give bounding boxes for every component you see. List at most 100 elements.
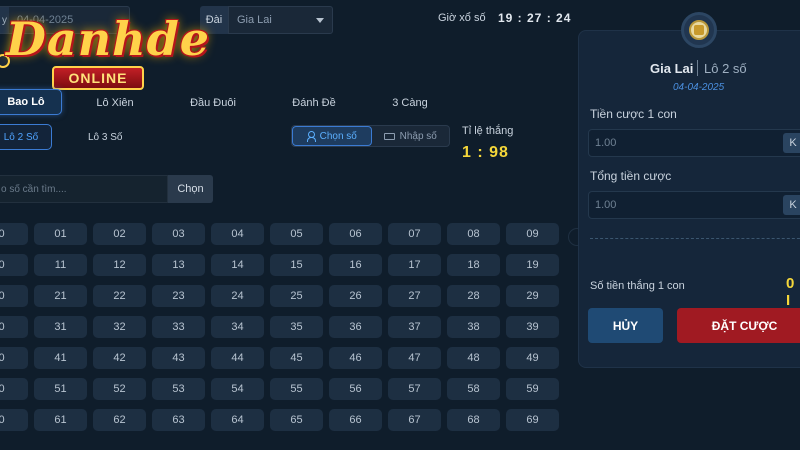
station-select[interactable]: Gia Lai xyxy=(228,6,333,34)
tab-bao-lo[interactable]: Bao Lô xyxy=(0,89,62,115)
number-cell[interactable]: 67 xyxy=(388,409,441,431)
number-cell[interactable]: 06 xyxy=(329,223,382,245)
search-select-button[interactable]: Chọn xyxy=(168,175,213,203)
stake-label: Tiền cược 1 con xyxy=(590,107,677,121)
number-cell[interactable]: 44 xyxy=(211,347,264,369)
number-cell[interactable]: 68 xyxy=(447,409,500,431)
station-emblem xyxy=(681,12,717,48)
number-cell[interactable]: 43 xyxy=(152,347,205,369)
number-cell[interactable]: 56 xyxy=(329,378,382,400)
total-stake-unit: K xyxy=(783,195,800,215)
number-cell[interactable]: 55 xyxy=(270,378,323,400)
number-cell[interactable]: 42 xyxy=(93,347,146,369)
number-cell[interactable]: 37 xyxy=(388,316,441,338)
number-cell[interactable]: 51 xyxy=(34,378,87,400)
number-cell[interactable]: 28 xyxy=(447,285,500,307)
total-stake-input[interactable]: 1.00 xyxy=(588,191,800,219)
number-cell[interactable]: 47 xyxy=(388,347,441,369)
win-rate-label: Tỉ lệ thắng xyxy=(462,125,514,137)
mode-choose-label: Chọn số xyxy=(319,130,357,142)
number-cell[interactable]: 22 xyxy=(93,285,146,307)
emblem-seal-icon xyxy=(689,20,709,40)
number-cell[interactable]: 16 xyxy=(329,254,382,276)
number-cell[interactable]: 14 xyxy=(211,254,264,276)
number-cell[interactable]: 64 xyxy=(211,409,264,431)
number-cell[interactable]: 25 xyxy=(270,285,323,307)
number-cell[interactable]: 59 xyxy=(506,378,559,400)
number-cell[interactable]: 31 xyxy=(34,316,87,338)
number-cell[interactable]: 0 xyxy=(0,316,28,338)
number-cell[interactable]: 0 xyxy=(0,347,28,369)
number-cell[interactable]: 0 xyxy=(0,223,28,245)
stake-input[interactable]: 1.00 xyxy=(588,129,800,157)
place-bet-button[interactable]: ĐẶT CƯỢC xyxy=(677,308,800,343)
total-stake-label: Tổng tiền cược xyxy=(590,169,672,183)
number-cell[interactable]: 23 xyxy=(152,285,205,307)
number-cell[interactable]: 04 xyxy=(211,223,264,245)
number-cell[interactable]: 61 xyxy=(34,409,87,431)
win-rate-value: 1 : 98 xyxy=(462,144,509,161)
number-cell[interactable]: 15 xyxy=(270,254,323,276)
number-cell[interactable]: 69 xyxy=(506,409,559,431)
number-cell[interactable]: 41 xyxy=(34,347,87,369)
number-cell[interactable]: 0 xyxy=(0,254,28,276)
number-cell[interactable]: 13 xyxy=(152,254,205,276)
subtab-lo-2-so[interactable]: Lô 2 Số xyxy=(0,124,52,150)
tab-3-cang[interactable]: 3 Càng xyxy=(375,92,445,114)
number-cell[interactable]: 33 xyxy=(152,316,205,338)
number-cell[interactable]: 05 xyxy=(270,223,323,245)
number-cell[interactable]: 63 xyxy=(152,409,205,431)
number-cell[interactable]: 58 xyxy=(447,378,500,400)
mode-choose-number[interactable]: Chọn số xyxy=(292,126,372,146)
number-cell[interactable]: 65 xyxy=(270,409,323,431)
number-cell[interactable]: 39 xyxy=(506,316,559,338)
subtab-lo-3-so[interactable]: Lô 3 Số xyxy=(88,132,122,143)
danhde-logo: Danhde ONLINE xyxy=(0,8,209,93)
number-cell[interactable]: 12 xyxy=(93,254,146,276)
number-cell[interactable]: 49 xyxy=(506,347,559,369)
number-cell[interactable]: 24 xyxy=(211,285,264,307)
number-cell[interactable]: 07 xyxy=(388,223,441,245)
number-cell[interactable]: 0 xyxy=(0,378,28,400)
number-cell[interactable]: 0 xyxy=(0,285,28,307)
number-cell[interactable]: 38 xyxy=(447,316,500,338)
mode-enter-number[interactable]: Nhập số xyxy=(372,126,450,146)
number-cell[interactable]: 34 xyxy=(211,316,264,338)
number-cell[interactable]: 18 xyxy=(447,254,500,276)
number-cell[interactable]: 46 xyxy=(329,347,382,369)
logo-main-text: Danhde xyxy=(6,12,211,66)
tab-dau-duoi[interactable]: Đầu Đuôi xyxy=(178,92,248,114)
number-search-input[interactable]: o số cần tìm.... xyxy=(0,175,168,203)
number-cell[interactable]: 45 xyxy=(270,347,323,369)
number-cell[interactable]: 02 xyxy=(93,223,146,245)
number-cell[interactable]: 29 xyxy=(506,285,559,307)
number-cell[interactable]: 21 xyxy=(34,285,87,307)
draw-time-label: Giờ xổ số xyxy=(438,12,486,24)
draw-time-clock: 19 : 27 : 24 xyxy=(498,11,572,25)
number-cell[interactable]: 53 xyxy=(152,378,205,400)
number-cell[interactable]: 08 xyxy=(447,223,500,245)
number-cell[interactable]: 27 xyxy=(388,285,441,307)
number-cell[interactable]: 19 xyxy=(506,254,559,276)
number-cell[interactable]: 54 xyxy=(211,378,264,400)
cancel-button[interactable]: HỦY xyxy=(588,308,663,343)
number-cell[interactable]: 62 xyxy=(93,409,146,431)
number-cell[interactable]: 17 xyxy=(388,254,441,276)
number-cell[interactable]: 36 xyxy=(329,316,382,338)
tab-danh-de[interactable]: Đánh Đề xyxy=(279,92,349,114)
tab-lo-xien[interactable]: Lô Xiên xyxy=(80,92,150,114)
number-cell[interactable]: 0 xyxy=(0,409,28,431)
number-cell[interactable]: 01 xyxy=(34,223,87,245)
logo-sub-text: ONLINE xyxy=(52,66,144,90)
number-cell[interactable]: 48 xyxy=(447,347,500,369)
number-cell[interactable]: 09 xyxy=(506,223,559,245)
panel-date: 04-04-2025 xyxy=(673,82,725,93)
number-cell[interactable]: 35 xyxy=(270,316,323,338)
number-cell[interactable]: 03 xyxy=(152,223,205,245)
number-cell[interactable]: 11 xyxy=(34,254,87,276)
number-cell[interactable]: 52 xyxy=(93,378,146,400)
number-cell[interactable]: 32 xyxy=(93,316,146,338)
number-cell[interactable]: 26 xyxy=(329,285,382,307)
number-cell[interactable]: 57 xyxy=(388,378,441,400)
number-cell[interactable]: 66 xyxy=(329,409,382,431)
